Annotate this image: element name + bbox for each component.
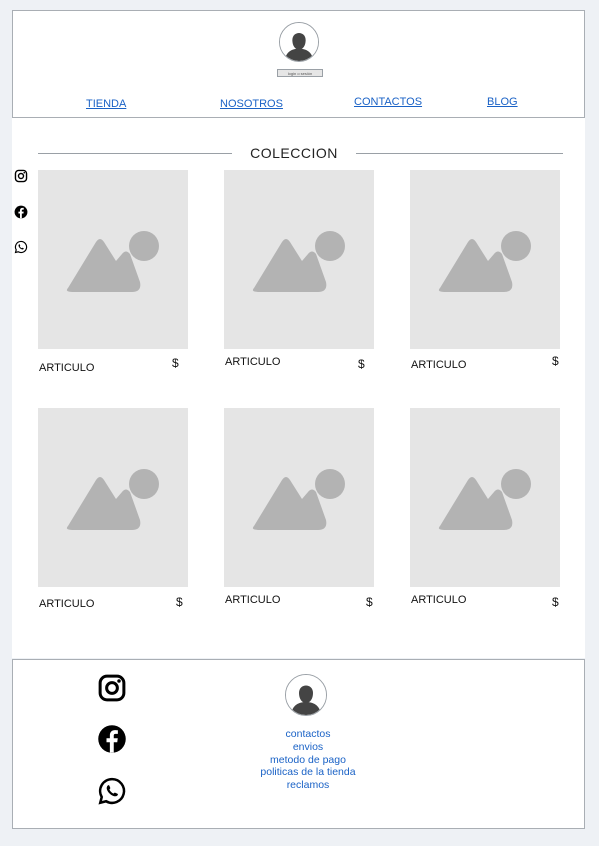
product-price: $ <box>552 354 559 368</box>
product-image-placeholder[interactable] <box>38 170 188 349</box>
nav-blog[interactable]: BLOG <box>487 96 518 108</box>
image-placeholder-icon <box>252 469 345 530</box>
product-name: ARTICULO <box>411 359 467 371</box>
product-card[interactable]: ARTICULO $ <box>410 170 560 380</box>
page: login o sesión TIENDA NOSOTROS CONTACTOS… <box>0 0 599 846</box>
title-divider-left <box>38 153 232 154</box>
product-card[interactable]: ARTICULO $ <box>38 170 188 380</box>
user-silhouette-icon <box>280 23 318 61</box>
footer-link-envios[interactable]: envios <box>233 741 383 754</box>
product-price: $ <box>366 595 373 609</box>
product-card[interactable]: ARTICULO $ <box>224 408 374 618</box>
product-card[interactable]: ARTICULO $ <box>410 408 560 618</box>
image-placeholder-icon <box>438 469 531 530</box>
image-placeholder-icon <box>438 231 531 292</box>
logo-avatar <box>279 22 319 62</box>
product-price: $ <box>552 595 559 609</box>
product-card[interactable]: ARTICULO $ <box>38 408 188 618</box>
image-placeholder-icon <box>66 231 159 292</box>
footer-link-reclamos[interactable]: reclamos <box>233 779 383 792</box>
title-divider-right <box>356 153 563 154</box>
product-image-placeholder[interactable] <box>224 170 374 349</box>
product-name: ARTICULO <box>411 594 467 606</box>
product-name: ARTICULO <box>39 598 95 610</box>
product-card[interactable]: ARTICULO $ <box>224 170 374 380</box>
facebook-icon[interactable] <box>97 724 127 754</box>
footer-links: contactos envios metodo de pago politica… <box>233 728 383 792</box>
whatsapp-icon[interactable] <box>97 776 127 806</box>
instagram-icon[interactable] <box>14 169 28 183</box>
nav-contactos[interactable]: CONTACTOS <box>354 96 422 108</box>
instagram-icon[interactable] <box>97 673 127 703</box>
product-price: $ <box>172 356 179 370</box>
product-price: $ <box>176 595 183 609</box>
product-name: ARTICULO <box>225 594 281 606</box>
facebook-icon[interactable] <box>14 205 28 219</box>
product-image-placeholder[interactable] <box>410 170 560 349</box>
nav-nosotros[interactable]: NOSOTROS <box>220 98 283 110</box>
product-image-placeholder[interactable] <box>38 408 188 587</box>
header: login o sesión TIENDA NOSOTROS CONTACTOS… <box>12 10 585 118</box>
product-price: $ <box>358 357 365 371</box>
footer-link-politicas[interactable]: politicas de la tienda <box>233 766 383 779</box>
product-image-placeholder[interactable] <box>224 408 374 587</box>
image-placeholder-icon <box>66 469 159 530</box>
image-placeholder-icon <box>252 231 345 292</box>
footer-link-metodo-de-pago[interactable]: metodo de pago <box>233 754 383 767</box>
footer-link-contactos[interactable]: contactos <box>233 728 383 741</box>
nav-tienda[interactable]: TIENDA <box>86 98 126 110</box>
user-silhouette-icon <box>286 675 326 715</box>
collection-section: COLECCION ARTICULO $ ARTICULO $ ARTICULO… <box>12 118 585 658</box>
product-name: ARTICULO <box>39 362 95 374</box>
login-button[interactable]: login o sesión <box>277 69 323 77</box>
footer: contactos envios metodo de pago politica… <box>12 659 585 829</box>
footer-logo-avatar <box>285 674 327 716</box>
product-image-placeholder[interactable] <box>410 408 560 587</box>
section-title: COLECCION <box>250 145 338 161</box>
product-name: ARTICULO <box>225 356 281 368</box>
whatsapp-icon[interactable] <box>14 240 28 254</box>
